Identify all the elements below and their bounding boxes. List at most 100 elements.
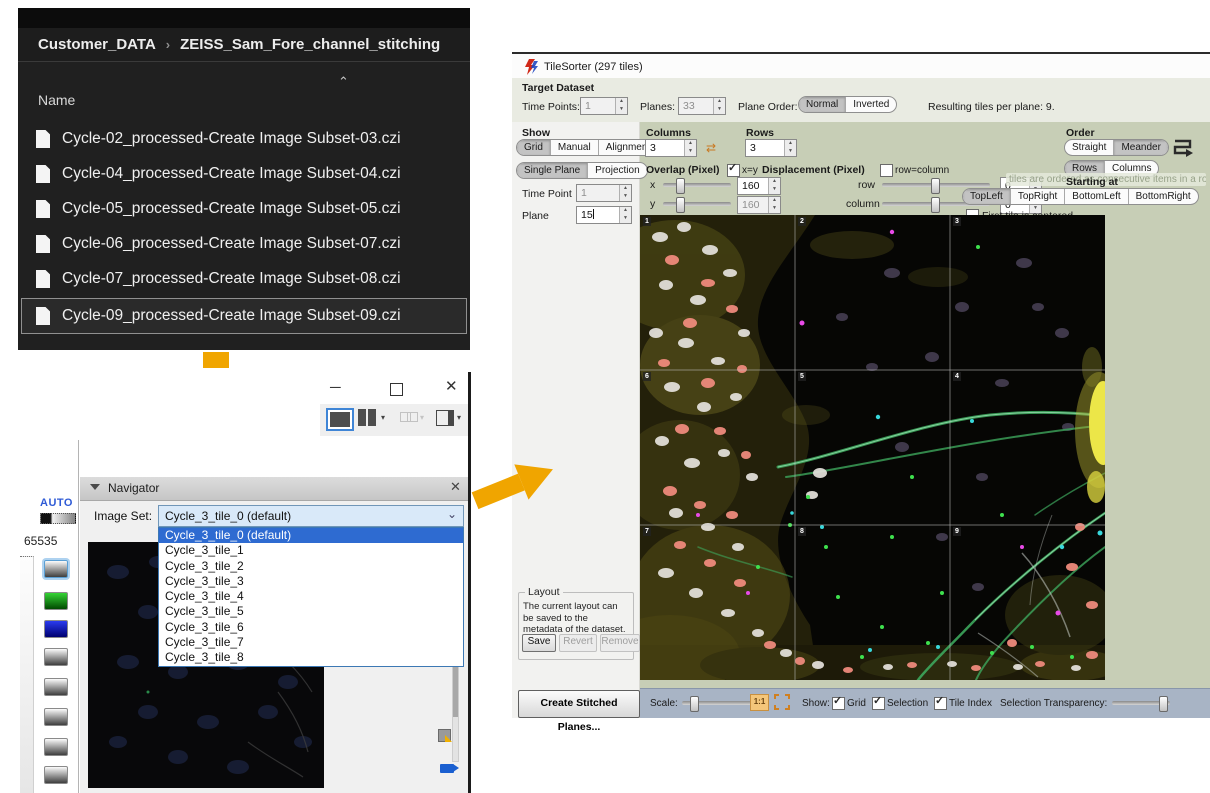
rows-spinner[interactable]: 3 ▲▼	[745, 139, 797, 157]
close-panel-icon[interactable]: ✕	[450, 479, 461, 495]
bottomleft-button[interactable]: BottomLeft	[1064, 189, 1127, 204]
swap-columns-rows-icon[interactable]: ⇄	[706, 142, 716, 154]
plane-order-normal-button[interactable]: Normal	[799, 97, 845, 112]
time-points-spinner[interactable]: 1 ▲▼	[580, 97, 628, 115]
file-row[interactable]: Cycle-05_processed-Create Image Subset-0…	[22, 192, 466, 226]
order-straight-button[interactable]: Straight	[1065, 140, 1113, 155]
channel-button-gray[interactable]	[44, 648, 68, 666]
dropdown-item-selected[interactable]: Cycle_3_tile_0 (default)	[159, 528, 463, 543]
order-meander-button[interactable]: Meander	[1113, 140, 1167, 155]
auto-contrast-slider[interactable]	[40, 513, 76, 524]
rows-label: Rows	[746, 127, 774, 139]
dropdown-item[interactable]: Cycle_3_tile_1	[159, 543, 463, 558]
remove-button[interactable]: Remove	[600, 634, 640, 652]
channel-button-gray[interactable]	[44, 738, 68, 756]
column-header-name[interactable]: Name	[38, 92, 75, 108]
layout-view-icon[interactable]	[436, 410, 454, 426]
plane-spinner[interactable]: 15 ▲▼	[576, 206, 632, 224]
file-row[interactable]: Cycle-06_processed-Create Image Subset-0…	[22, 227, 466, 261]
scrollbar-thumb[interactable]	[453, 659, 458, 717]
maximize-icon[interactable]	[390, 383, 403, 396]
chevron-down-icon[interactable]: ▾	[457, 413, 461, 422]
sort-ascending-icon[interactable]: ⌃	[338, 74, 349, 90]
spinner-arrows-icon[interactable]: ▲▼	[684, 140, 696, 156]
channel-button-green[interactable]	[44, 592, 68, 610]
zoom-100-button[interactable]: 1:1	[750, 694, 769, 711]
spinner-arrows-icon[interactable]: ▲▼	[784, 140, 796, 156]
dropdown-item[interactable]: Cycle_3_tile_5	[159, 604, 463, 619]
chevron-down-icon[interactable]: ⌄	[447, 507, 457, 521]
add-to-stack-icon[interactable]	[438, 729, 451, 742]
channel-button-blue[interactable]	[44, 620, 68, 638]
flow-arrow-right-icon	[466, 444, 562, 526]
planes-spinner[interactable]: 33 ▲▼	[678, 97, 726, 115]
plane-mode-toggle: Single Plane Projection	[516, 162, 648, 179]
fit-to-view-icon[interactable]	[774, 694, 790, 710]
camera-icon[interactable]	[440, 764, 454, 773]
dropdown-item[interactable]: Cycle_3_tile_8	[159, 650, 463, 665]
starting-at-label: Starting at	[1066, 176, 1118, 188]
file-row[interactable]: Cycle-04_processed-Create Image Subset-0…	[22, 157, 466, 191]
displacement-link-checkbox[interactable]	[880, 164, 893, 177]
overlap-y-value: 160	[738, 197, 768, 213]
create-stitched-planes-button[interactable]: Create Stitched Planes...	[518, 690, 640, 718]
transparency-slider[interactable]	[1112, 701, 1170, 705]
image-set-combobox[interactable]: Cycle_3_tile_0 (default) ⌄	[158, 505, 464, 527]
revert-button[interactable]: Revert	[559, 634, 597, 652]
overlap-y-slider[interactable]	[663, 202, 731, 206]
show-grid-button[interactable]: Grid	[517, 140, 550, 155]
dropdown-item[interactable]: Cycle_3_tile_7	[159, 635, 463, 650]
chevron-down-icon[interactable]: ▾	[381, 413, 385, 422]
auto-contrast-button[interactable]: AUTO	[40, 497, 73, 509]
file-row[interactable]: Cycle-07_processed-Create Image Subset-0…	[22, 262, 466, 296]
overlap-y-spinner[interactable]: 160 ▲▼	[737, 196, 781, 214]
dropdown-item[interactable]: Cycle_3_tile_3	[159, 574, 463, 589]
topleft-button[interactable]: TopLeft	[963, 189, 1010, 204]
close-icon[interactable]: ✕	[445, 379, 458, 394]
single-view-icon[interactable]	[326, 408, 354, 431]
dropdown-item[interactable]: Cycle_3_tile_2	[159, 559, 463, 574]
overlap-x-spinner[interactable]: 160 ▲▼	[737, 177, 781, 195]
show-manual-button[interactable]: Manual	[550, 140, 598, 155]
single-plane-button[interactable]: Single Plane	[517, 163, 587, 178]
spinner-arrows-icon[interactable]: ▲▼	[768, 197, 780, 213]
tile-index-checkbox[interactable]: ✓	[934, 697, 947, 710]
spinner-arrows-icon[interactable]: ▲▼	[768, 178, 780, 194]
order-path-toggle: Straight Meander	[1064, 139, 1169, 156]
selection-checkbox[interactable]: ✓	[872, 697, 885, 710]
columns-spinner[interactable]: 3 ▲▼	[645, 139, 697, 157]
channel-button-gray[interactable]	[44, 678, 68, 696]
overlap-x-slider[interactable]	[663, 183, 731, 187]
breadcrumb-item-folder[interactable]: ZEISS_Sam_Fore_channel_stitching	[180, 36, 440, 53]
split-view-icon[interactable]	[368, 409, 376, 426]
displacement-label: Displacement (Pixel)	[762, 164, 865, 176]
text-cursor	[593, 209, 594, 219]
dropdown-item[interactable]: Cycle_3_tile_6	[159, 620, 463, 635]
file-row[interactable]: Cycle-02_processed-Create Image Subset-0…	[22, 122, 466, 156]
spinner-arrows-icon[interactable]: ▲▼	[615, 98, 627, 114]
overlap-link-checkbox[interactable]: ✓	[727, 164, 740, 177]
tile-preview-image[interactable]	[640, 215, 1105, 680]
channel-button-gray[interactable]	[44, 766, 68, 784]
plane-order-inverted-button[interactable]: Inverted	[845, 97, 896, 112]
time-point-spinner[interactable]: 1 ▲▼	[576, 184, 632, 202]
file-row-selected[interactable]: Cycle-09_processed-Create Image Subset-0…	[22, 299, 466, 333]
bottomright-button[interactable]: BottomRight	[1128, 189, 1198, 204]
topright-button[interactable]: TopRight	[1010, 189, 1064, 204]
spinner-arrows-icon[interactable]: ▲▼	[619, 185, 631, 201]
minimize-icon[interactable]: ─	[330, 380, 341, 395]
split-view-icon[interactable]	[358, 409, 366, 426]
spinner-arrows-icon[interactable]: ▲▼	[713, 98, 725, 114]
histogram-slider[interactable]	[20, 556, 34, 793]
row-slider[interactable]	[882, 183, 990, 187]
breadcrumb-item-root[interactable]: Customer_DATA	[38, 36, 156, 53]
grid-checkbox[interactable]: ✓	[832, 697, 845, 710]
channel-button-gray-selected[interactable]	[44, 560, 68, 578]
spinner-arrows-icon[interactable]: ▲▼	[619, 207, 631, 223]
dropdown-item[interactable]: Cycle_3_tile_4	[159, 589, 463, 604]
collapse-triangle-icon[interactable]	[90, 484, 100, 490]
file-name: Cycle-09_processed-Create Image Subset-0…	[62, 307, 401, 325]
projection-button[interactable]: Projection	[587, 163, 646, 178]
channel-button-gray[interactable]	[44, 708, 68, 726]
save-button[interactable]: Save	[522, 634, 556, 652]
